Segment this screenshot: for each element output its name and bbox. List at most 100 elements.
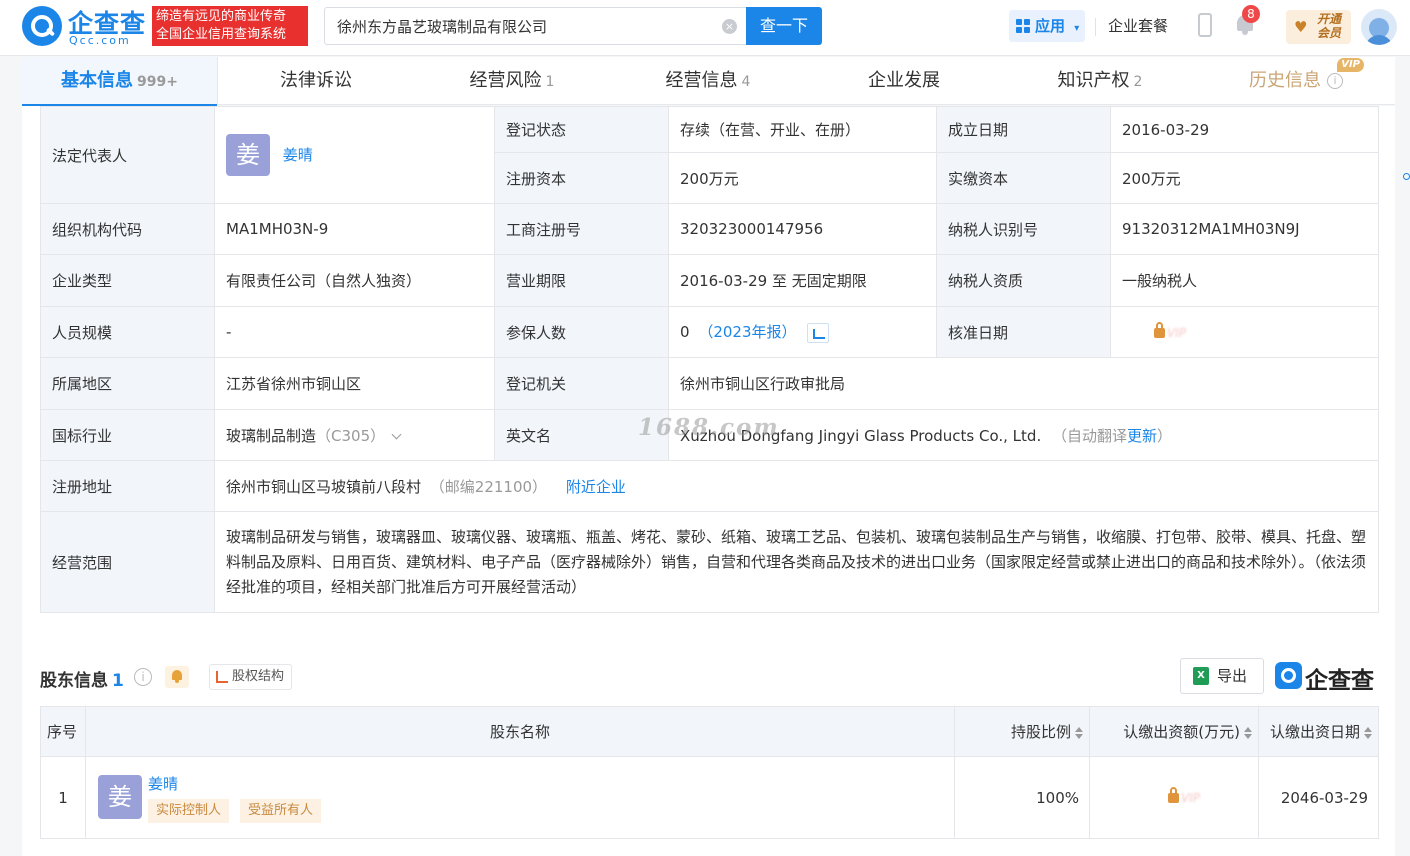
export-button[interactable]: X 导出 — [1180, 658, 1264, 694]
insured-cell: 0 （2023年报） — [668, 306, 937, 358]
taxpayer-id-value: 91320312MA1MH03N9J — [1110, 203, 1379, 255]
search-input[interactable] — [325, 8, 705, 44]
nearby-companies-link[interactable]: 附近企业 — [566, 478, 626, 496]
dropdown-caret-icon: ▾ — [1074, 23, 1080, 34]
org-code-label: 组织机构代码 — [40, 203, 215, 255]
search-button[interactable]: 查一下 — [746, 7, 822, 45]
tab-label: 法律诉讼 — [280, 70, 352, 91]
divider — [1095, 18, 1096, 36]
col-amount[interactable]: 认缴出资额(万元) — [1089, 706, 1259, 757]
shareholders-count: 1 — [112, 671, 124, 691]
tab-count: 1 — [545, 74, 555, 90]
logo-search-icon — [22, 6, 62, 46]
slogan-banner: 缔造有远见的商业传奇 全国企业信用查询系统 — [152, 6, 308, 46]
tab-business-risk[interactable]: 经营风险 1 — [414, 57, 610, 105]
vip-label: 开通 会员 — [1317, 12, 1345, 40]
basic-info-table: 法定代表人 姜 姜晴 登记状态 存续（在营、开业、在册） 成立日期 2016-0… — [40, 106, 1379, 613]
shareholder-avatar: 姜 — [98, 775, 142, 819]
paid-capital-value: 200万元 — [1110, 152, 1379, 204]
col-date[interactable]: 认缴出资日期 — [1258, 706, 1379, 757]
brand-text: 企查查 — [1305, 668, 1374, 694]
col-date-label: 认缴出资日期 — [1269, 723, 1360, 741]
industry-cell[interactable]: 玻璃制品制造（C305） — [214, 409, 495, 461]
tab-label: 经营风险 — [469, 70, 542, 91]
address-label: 注册地址 — [40, 460, 215, 512]
tab-intellectual-property[interactable]: 知识产权 2 — [1002, 57, 1198, 105]
legal-rep-cell: 姜 姜晴 — [214, 106, 495, 204]
update-translation-link[interactable]: 更新 — [1127, 427, 1157, 445]
app-menu-button[interactable]: 应用 ▾ — [1009, 10, 1085, 42]
paid-capital-label: 实缴资本 — [936, 152, 1111, 204]
date-value: 2046-03-29 — [1258, 756, 1379, 839]
logo-domain: Qcc.com — [69, 34, 131, 47]
enterprise-suite-link[interactable]: 企业套餐 — [1108, 15, 1168, 36]
address-cell: 徐州市铜山区马坡镇前八段村 （邮编221100） 附近企业 — [214, 460, 1379, 512]
col-amount-label: 认缴出资额(万元) — [1123, 723, 1240, 741]
tab-business-info[interactable]: 经营信息 4 — [610, 57, 806, 105]
address-zip: （邮编221100） — [429, 477, 548, 496]
tab-count: 999+ — [137, 74, 178, 90]
equity-structure-button[interactable]: 股权结构 — [209, 664, 293, 690]
shareholder-cell: 姜 姜晴 实际控制人 受益所有人 — [85, 756, 955, 839]
open-vip-button[interactable]: ♥ 开通 会员 — [1286, 10, 1351, 44]
approve-label: 核准日期 — [936, 306, 1111, 358]
monitor-bell-icon[interactable] — [165, 666, 189, 688]
app-menu-label: 应用 — [1035, 17, 1066, 35]
clear-icon[interactable]: × — [722, 19, 737, 34]
vip-locked-value: VIP — [1181, 791, 1200, 805]
term-value: 2016-03-29 至 无固定期限 — [668, 254, 937, 307]
insured-value: 0 — [680, 323, 690, 342]
scope-label: 经营范围 — [40, 511, 215, 613]
legal-rep-name-link[interactable]: 姜晴 — [283, 146, 313, 164]
notification-badge: 8 — [1242, 5, 1260, 23]
watermark-text: 1688.com — [638, 414, 780, 441]
controller-tag: 实际控制人 — [148, 799, 230, 823]
trend-chart-icon[interactable] — [807, 322, 830, 343]
shareholder-name-link[interactable]: 姜晴 — [148, 773, 178, 794]
insured-label: 参保人数 — [494, 306, 669, 358]
shareholders-table: 序号 股东名称 持股比例 认缴出资额(万元) 认缴出资日期 1 姜 姜晴 实际控… — [40, 706, 1379, 839]
status-label: 登记状态 — [494, 106, 669, 153]
lock-icon[interactable] — [1168, 787, 1179, 803]
taxpayer-qual-label: 纳税人资质 — [936, 254, 1111, 307]
biz-reg-value: 320323000147956 — [668, 203, 937, 255]
annual-report-link[interactable]: （2023年报） — [698, 323, 796, 341]
taxpayer-id-label: 纳税人识别号 — [936, 203, 1111, 255]
shareholders-title: 股东信息 1 — [40, 666, 124, 691]
address-value: 徐州市铜山区马坡镇前八段村 — [226, 477, 422, 496]
user-avatar[interactable] — [1361, 9, 1397, 45]
col-ratio[interactable]: 持股比例 — [954, 706, 1090, 757]
excel-icon: X — [1193, 667, 1209, 685]
staff-value: - — [214, 306, 495, 358]
scope-value: 玻璃制品研发与销售，玻璃器皿、玻璃仪器、玻璃瓶、瓶盖、烤花、蒙砂、纸箱、玻璃工艺… — [214, 511, 1379, 613]
type-value: 有限责任公司（自然人独资） — [214, 254, 495, 307]
info-icon[interactable]: i — [134, 668, 152, 686]
col-ratio-label: 持股比例 — [1010, 723, 1071, 741]
col-name: 股东名称 — [85, 706, 955, 757]
founded-value: 2016-03-29 — [1110, 106, 1379, 153]
tab-label: 知识产权 — [1057, 70, 1130, 91]
region-label: 所属地区 — [40, 357, 215, 410]
tab-history[interactable]: 历史信息 i VIP — [1198, 57, 1394, 105]
qcc-logo[interactable]: 企查查 Qcc.com — [22, 6, 150, 47]
shareholders-title-text: 股东信息 — [40, 671, 108, 691]
type-label: 企业类型 — [40, 254, 215, 307]
vip-heart-icon: ♥ — [1294, 18, 1308, 36]
tab-label: 经营信息 — [665, 70, 738, 91]
biz-reg-label: 工商注册号 — [494, 203, 669, 255]
mobile-icon[interactable] — [1198, 13, 1212, 37]
taxpayer-qual-value: 一般纳税人 — [1110, 254, 1379, 307]
org-code-value: MA1MH03N-9 — [214, 203, 495, 255]
tab-basic-info[interactable]: 基本信息 999+ — [22, 57, 218, 106]
tab-count: 4 — [741, 74, 751, 90]
chevron-down-icon — [391, 429, 402, 439]
tab-litigation[interactable]: 法律诉讼 — [218, 57, 414, 105]
authority-value: 徐州市铜山区行政审批局 — [668, 357, 1379, 410]
authority-label: 登记机关 — [494, 357, 669, 410]
tab-count: 2 — [1133, 74, 1143, 90]
tab-development[interactable]: 企业发展 — [806, 57, 1002, 105]
legal-rep-label: 法定代表人 — [40, 106, 215, 204]
region-value: 江苏省徐州市铜山区 — [214, 357, 495, 410]
sort-icon — [1244, 726, 1252, 739]
lock-icon[interactable] — [1154, 321, 1165, 338]
